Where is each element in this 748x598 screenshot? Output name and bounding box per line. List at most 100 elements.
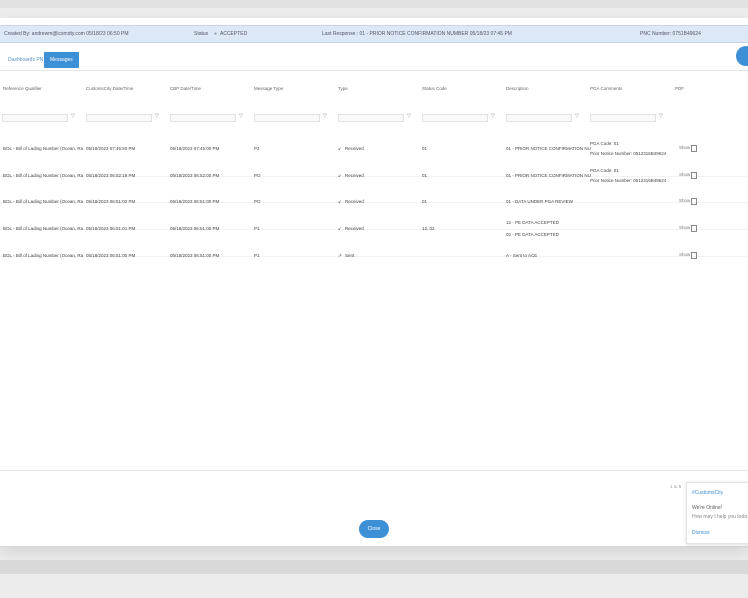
cell-description: 01 - PRIOR NOTICE CONFIRMATION NU: [506, 146, 591, 151]
document-icon: [691, 145, 698, 152]
filter-type[interactable]: [338, 114, 404, 122]
cell-cc-time: 05/18/2023 06:51:01 PM: [86, 226, 136, 231]
check-arrow-icon: ↙: [338, 226, 342, 231]
cell-description: 01 - PRIOR NOTICE CONFIRMATION NU: [506, 173, 591, 178]
messages-panel: Created By: andrewm@icsmdty.com 05/18/23…: [0, 18, 748, 547]
cell-type: Received: [345, 173, 364, 178]
column-header-cbp-time[interactable]: CBP Date/Time: [170, 86, 201, 91]
filter-icon[interactable]: ▽: [407, 113, 411, 119]
cell-description: 02 - PE DATA ACCEPTED: [506, 232, 559, 237]
cell-type: Sent: [345, 253, 355, 258]
filter-row: ▽ ▽ ▽ ▽ ▽ ▽ ▽ ▽: [0, 113, 748, 122]
column-header-description[interactable]: Description: [506, 86, 529, 91]
cell-reference: BOL - Bill of Lading Number (Ocean, Ra: [3, 199, 84, 204]
tab-messages[interactable]: Messages: [44, 52, 79, 68]
cell-cc-time: 05/18/2023 06:52:18 PM: [86, 173, 136, 178]
cell-cc-time: 05/18/2023 06:51:00 PM: [86, 253, 136, 258]
cell-cc-time: 05/18/2023 06:51:02 PM: [86, 199, 136, 204]
column-header-reference[interactable]: Reference Qualifier: [3, 86, 42, 91]
cell-status-code: 01: [422, 173, 428, 178]
chat-brand: #CustomsCity: [692, 490, 724, 496]
cell-message-type: PO: [254, 173, 261, 178]
column-header-status-code[interactable]: Status Code: [422, 86, 447, 91]
tab-bar: Dashboards PN Messages: [0, 50, 748, 71]
cell-message-type: PO: [254, 199, 261, 204]
cell-type: Received: [345, 146, 364, 151]
check-arrow-icon: ↙: [338, 173, 342, 178]
filter-icon[interactable]: ▽: [71, 113, 75, 119]
column-header-type[interactable]: Type: [338, 86, 348, 91]
filter-description[interactable]: [506, 114, 572, 122]
cell-pga-comment: PGA Code: 01: [590, 168, 619, 173]
check-arrow-icon: ↙: [338, 199, 342, 204]
status-badge: ACCEPTED: [220, 31, 248, 37]
cell-status-code: 01: [422, 199, 428, 204]
filter-icon[interactable]: ▽: [659, 113, 663, 119]
chat-widget[interactable]: #CustomsCity We're Online! How may I hel…: [686, 482, 748, 544]
filter-icon[interactable]: ▽: [239, 113, 243, 119]
cell-type: Received: [345, 199, 364, 204]
document-icon: [691, 172, 698, 179]
filter-pga-comments[interactable]: [590, 114, 656, 122]
cell-pga-comment: Prior Notice Number: 0512316B49624: [590, 178, 667, 183]
cell-message-type: P2: [254, 146, 260, 151]
filter-status-code[interactable]: [422, 114, 488, 122]
status-dot-icon: ●: [214, 31, 218, 37]
document-icon: [691, 198, 698, 205]
top-shadow: [0, 0, 748, 8]
show-pdf-link[interactable]: Show: [679, 145, 698, 152]
footer-divider: [0, 470, 748, 471]
pnc-number-text: PNC Number: 0751B49624: [640, 31, 701, 37]
cell-status-code: 12, 02: [422, 226, 435, 231]
close-button[interactable]: Close: [359, 520, 389, 538]
cell-status-code: 01: [422, 146, 428, 151]
sent-arrow-icon: ↗: [338, 253, 342, 258]
cell-reference: BOL - Bill of Lading Number (Ocean, Ra: [3, 173, 84, 178]
column-header-pdf[interactable]: PDF: [675, 86, 684, 91]
cell-cbp-time: 05/18/2023 06:52:00 PM: [170, 173, 220, 178]
check-arrow-icon: ↙: [338, 146, 342, 151]
cell-message-type: P1: [254, 253, 260, 258]
cell-reference: BOL - Bill of Lading Number (Ocean, Ra: [3, 146, 84, 151]
chat-prompt: How may I help you toda: [692, 514, 748, 520]
document-icon: [691, 225, 698, 232]
bottom-band: [0, 560, 748, 574]
cell-pga-comment: Prior Notice Number: 0512316B49624: [590, 151, 667, 156]
cell-type: Received: [345, 226, 364, 231]
filter-icon[interactable]: ▽: [323, 113, 327, 119]
document-icon: [691, 252, 698, 259]
column-header-message-type[interactable]: Message Type: [254, 86, 283, 91]
show-pdf-link[interactable]: Show: [679, 172, 698, 179]
cell-cbp-time: 05/18/2023 06:51:00 PM: [170, 253, 220, 258]
filter-icon[interactable]: ▽: [575, 113, 579, 119]
status-label: Status: [194, 31, 209, 37]
chat-dismiss-link[interactable]: Dismiss: [692, 530, 710, 536]
cell-cbp-time: 05/18/2023 07:45:00 PM: [170, 146, 220, 151]
tab-dashboards-pn[interactable]: Dashboards PN: [2, 52, 49, 68]
cell-message-type: P1: [254, 226, 260, 231]
pager-text: 1 to 5: [670, 484, 682, 489]
filter-cc-time[interactable]: [86, 114, 152, 122]
column-header-cc-time[interactable]: CustomsCity Date/Time: [86, 86, 133, 91]
show-pdf-link[interactable]: Show: [679, 225, 698, 232]
show-pdf-link[interactable]: Show: [679, 198, 698, 205]
filter-reference[interactable]: [2, 114, 68, 122]
cell-cbp-time: 05/18/2023 06:51:00 PM: [170, 226, 220, 231]
filter-message-type[interactable]: [254, 114, 320, 122]
cell-cc-time: 05/18/2023 07:45:50 PM: [86, 146, 136, 151]
cell-pga-comment: PGA Code: 01: [590, 141, 619, 146]
cell-description: 12 - PE DATA ACCEPTED: [506, 220, 559, 225]
shipment-info-bar: Created By: andrewm@icsmdty.com 05/18/23…: [0, 25, 748, 43]
chat-status: We're Online!: [692, 505, 723, 511]
filter-cbp-time[interactable]: [170, 114, 236, 122]
cell-description: 01 - DATA UNDER PGA REVIEW: [506, 199, 573, 204]
show-pdf-link[interactable]: Show: [679, 252, 698, 259]
cell-cbp-time: 05/18/2023 06:51:00 PM: [170, 199, 220, 204]
created-by-text: Created By: andrewm@icsmdty.com 05/18/23…: [4, 31, 129, 37]
column-header-pga-comments[interactable]: PGA Comments: [590, 86, 622, 91]
filter-icon[interactable]: ▽: [155, 113, 159, 119]
cell-reference: BOL - Bill of Lading Number (Ocean, Ra: [3, 226, 84, 231]
cell-description: A - Sent to ACE: [506, 253, 538, 258]
last-response-text: Last Response : 01 - PRIOR NOTICE CONFIR…: [322, 31, 512, 37]
filter-icon[interactable]: ▽: [491, 113, 495, 119]
